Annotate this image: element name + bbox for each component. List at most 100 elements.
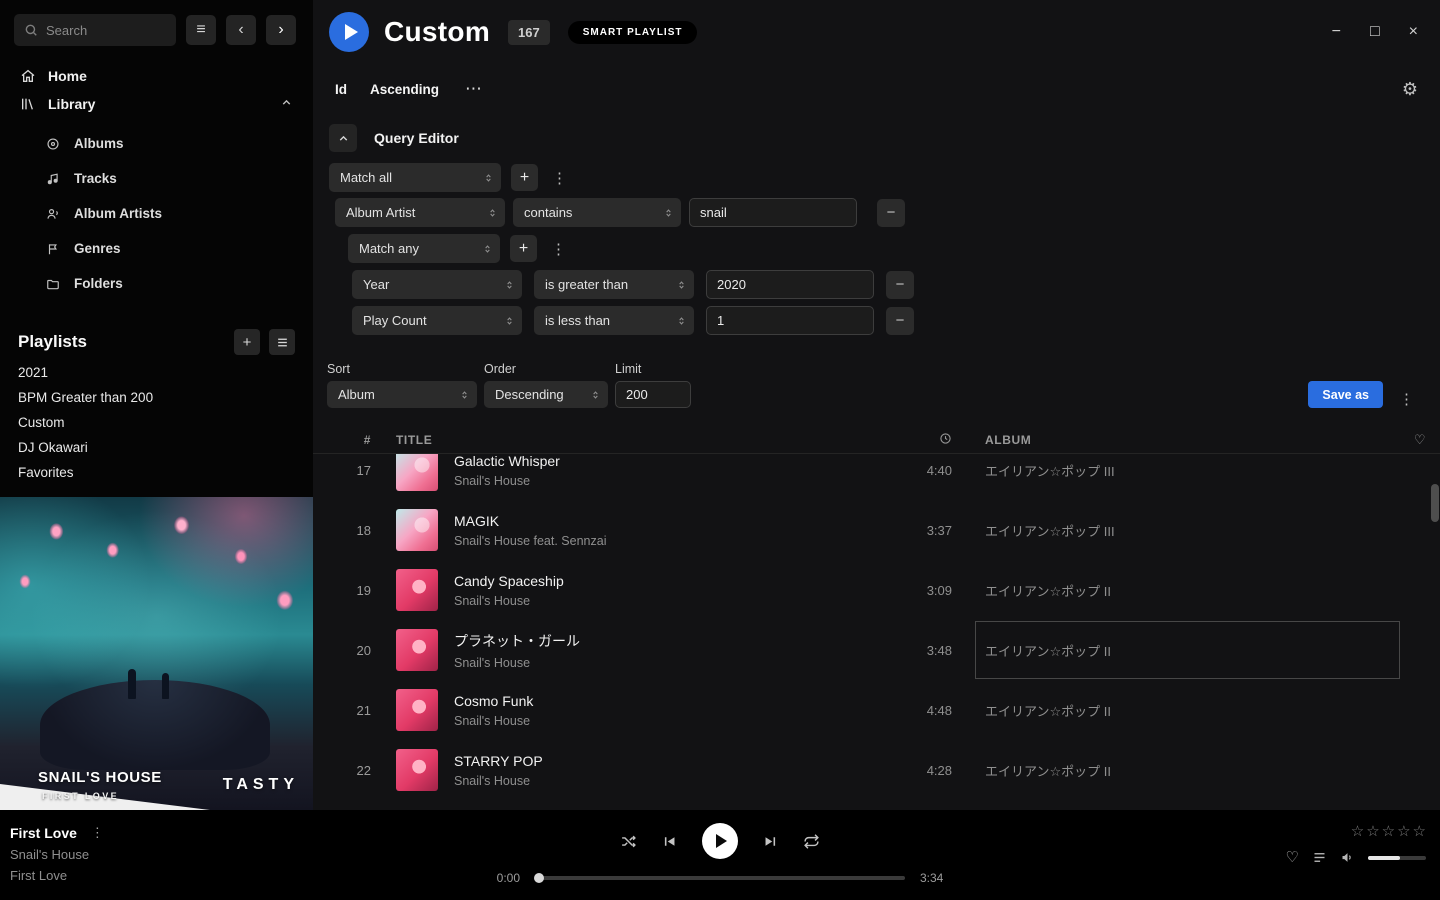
queue-button[interactable]: [1312, 850, 1327, 865]
select-value: Match all: [340, 170, 392, 185]
match-type-select[interactable]: Match any: [348, 234, 500, 263]
select-arrows-icon: [676, 313, 687, 329]
disc-icon: [46, 137, 60, 151]
star-icon[interactable]: ☆: [1351, 824, 1364, 839]
track-album-cell: エイリアン☆ポップ II: [985, 621, 1400, 679]
save-as-button[interactable]: Save as: [1308, 381, 1383, 408]
add-playlist-button[interactable]: +: [234, 329, 260, 355]
star-icon[interactable]: ☆: [1366, 824, 1379, 839]
next-icon: [762, 833, 779, 850]
artwork-decor: [40, 680, 270, 770]
artist-icon: [46, 207, 60, 221]
sort-label: Sort: [327, 362, 477, 376]
order-select[interactable]: Descending: [484, 381, 608, 408]
sidebar: ≡ ‹ › Home Library Albums Tracks: [0, 0, 313, 810]
now-playing-artwork[interactable]: SNAIL'S HOUSE FIRST LOVE TASTY: [0, 497, 313, 810]
star-icon[interactable]: ☆: [1413, 824, 1426, 839]
track-title: Candy Spaceship: [454, 573, 882, 589]
rule-operator-select[interactable]: is greater than: [534, 270, 694, 299]
scrollbar-thumb[interactable]: [1431, 484, 1439, 522]
query-sort-controls: Sort Album Order Descending Limit Save a…: [327, 362, 1418, 408]
limit-input[interactable]: [615, 381, 691, 408]
track-duration: 3:09: [882, 583, 952, 598]
sort-direction-button[interactable]: Ascending: [370, 82, 439, 97]
volume-slider[interactable]: [1368, 856, 1426, 860]
table-row[interactable]: 21 Cosmo Funk Snail's House 4:48 エイリアン☆ポ…: [313, 680, 1440, 740]
search-input[interactable]: [46, 23, 166, 38]
remove-rule-button[interactable]: −: [877, 199, 905, 227]
rule-operator-select[interactable]: is less than: [534, 306, 694, 335]
maximize-button[interactable]: □: [1370, 24, 1380, 40]
menu-button[interactable]: ≡: [186, 15, 216, 45]
heart-icon: ♡: [1414, 432, 1426, 447]
star-icon[interactable]: ☆: [1397, 824, 1410, 839]
rule-field-select[interactable]: Year: [352, 270, 522, 299]
add-rule-button[interactable]: +: [510, 235, 537, 262]
playlist-item[interactable]: Custom: [0, 410, 313, 435]
track-title: プラネット・ガール: [454, 631, 882, 651]
column-header-duration[interactable]: [882, 432, 952, 448]
rule-field-select[interactable]: Play Count: [352, 306, 522, 335]
plus-icon: +: [520, 169, 529, 187]
table-row[interactable]: 19 Candy Spaceship Snail's House 3:09 エイ…: [313, 560, 1440, 620]
table-row[interactable]: 20 プラネット・ガール Snail's House 3:48 エイリアン☆ポッ…: [313, 620, 1440, 680]
sidebar-item-albums[interactable]: Albums: [0, 126, 313, 161]
seek-knob[interactable]: [534, 873, 544, 883]
playlist-item[interactable]: DJ Okawari: [0, 435, 313, 460]
favorite-button[interactable]: ♡: [1286, 850, 1299, 865]
forward-button[interactable]: ›: [266, 15, 296, 45]
star-icon[interactable]: ☆: [1382, 824, 1395, 839]
play-icon: [345, 24, 358, 40]
playlist-item[interactable]: BPM Greater than 200: [0, 385, 313, 410]
rule-value-input[interactable]: [706, 270, 874, 299]
sidebar-item-tracks[interactable]: Tracks: [0, 161, 313, 196]
rule-operator-select[interactable]: contains: [513, 198, 681, 227]
playlist-play-button[interactable]: [329, 12, 369, 52]
remove-rule-button[interactable]: −: [886, 307, 914, 335]
sidebar-item-album-artists[interactable]: Album Artists: [0, 196, 313, 231]
playlist-item[interactable]: 2021: [0, 360, 313, 385]
column-header-index[interactable]: #: [329, 433, 371, 447]
playlist-item[interactable]: Favorites: [0, 460, 313, 485]
group-menu-button[interactable]: ⋮: [547, 240, 570, 258]
sidebar-item-home[interactable]: Home: [14, 62, 299, 90]
collapse-query-editor-button[interactable]: [329, 124, 357, 152]
column-header-favorite[interactable]: ♡: [1400, 432, 1440, 448]
rule-value-input[interactable]: [706, 306, 874, 335]
focused-album-cell[interactable]: エイリアン☆ポップ II: [975, 621, 1400, 679]
query-menu-button[interactable]: ⋮: [1395, 390, 1418, 408]
play-pause-button[interactable]: [702, 823, 738, 859]
table-row[interactable]: 18 MAGIK Snail's House feat. Sennzai 3:3…: [313, 500, 1440, 560]
seek-slider[interactable]: [535, 876, 905, 880]
next-button[interactable]: [762, 833, 779, 850]
match-type-select[interactable]: Match all: [329, 163, 501, 192]
close-button[interactable]: ×: [1409, 24, 1418, 40]
repeat-button[interactable]: [803, 833, 820, 850]
collapse-library-button[interactable]: [280, 96, 293, 112]
sidebar-item-library[interactable]: Library: [14, 90, 299, 118]
shuffle-button[interactable]: [620, 833, 637, 850]
sort-select[interactable]: Album: [327, 381, 477, 408]
playlist-list-button[interactable]: [269, 329, 295, 355]
table-row[interactable]: 17 Galactic Whisper Snail's House 4:40 エ…: [313, 454, 1440, 500]
back-button[interactable]: ‹: [226, 15, 256, 45]
more-options-button[interactable]: ⋯: [465, 86, 483, 93]
sidebar-item-folders[interactable]: Folders: [0, 266, 313, 301]
sidebar-item-genres[interactable]: Genres: [0, 231, 313, 266]
sidebar-item-label: Albums: [74, 136, 124, 151]
table-row[interactable]: 22 STARRY POP Snail's House 4:28 エイリアン☆ポ…: [313, 740, 1440, 800]
sort-field-button[interactable]: Id: [335, 82, 347, 97]
rule-field-select[interactable]: Album Artist: [335, 198, 505, 227]
settings-gear-button[interactable]: ⚙: [1402, 79, 1418, 100]
remove-rule-button[interactable]: −: [886, 271, 914, 299]
column-header-album[interactable]: ALBUM: [985, 433, 1400, 447]
minimize-button[interactable]: −: [1332, 24, 1341, 40]
track-album-cell: エイリアン☆ポップ II: [985, 741, 1400, 799]
rule-value-input[interactable]: [689, 198, 857, 227]
column-header-title[interactable]: TITLE: [396, 433, 882, 447]
group-menu-button[interactable]: ⋮: [548, 169, 571, 187]
previous-button[interactable]: [661, 833, 678, 850]
add-rule-button[interactable]: +: [511, 164, 538, 191]
search-box[interactable]: [14, 14, 176, 46]
volume-button[interactable]: [1340, 850, 1355, 865]
